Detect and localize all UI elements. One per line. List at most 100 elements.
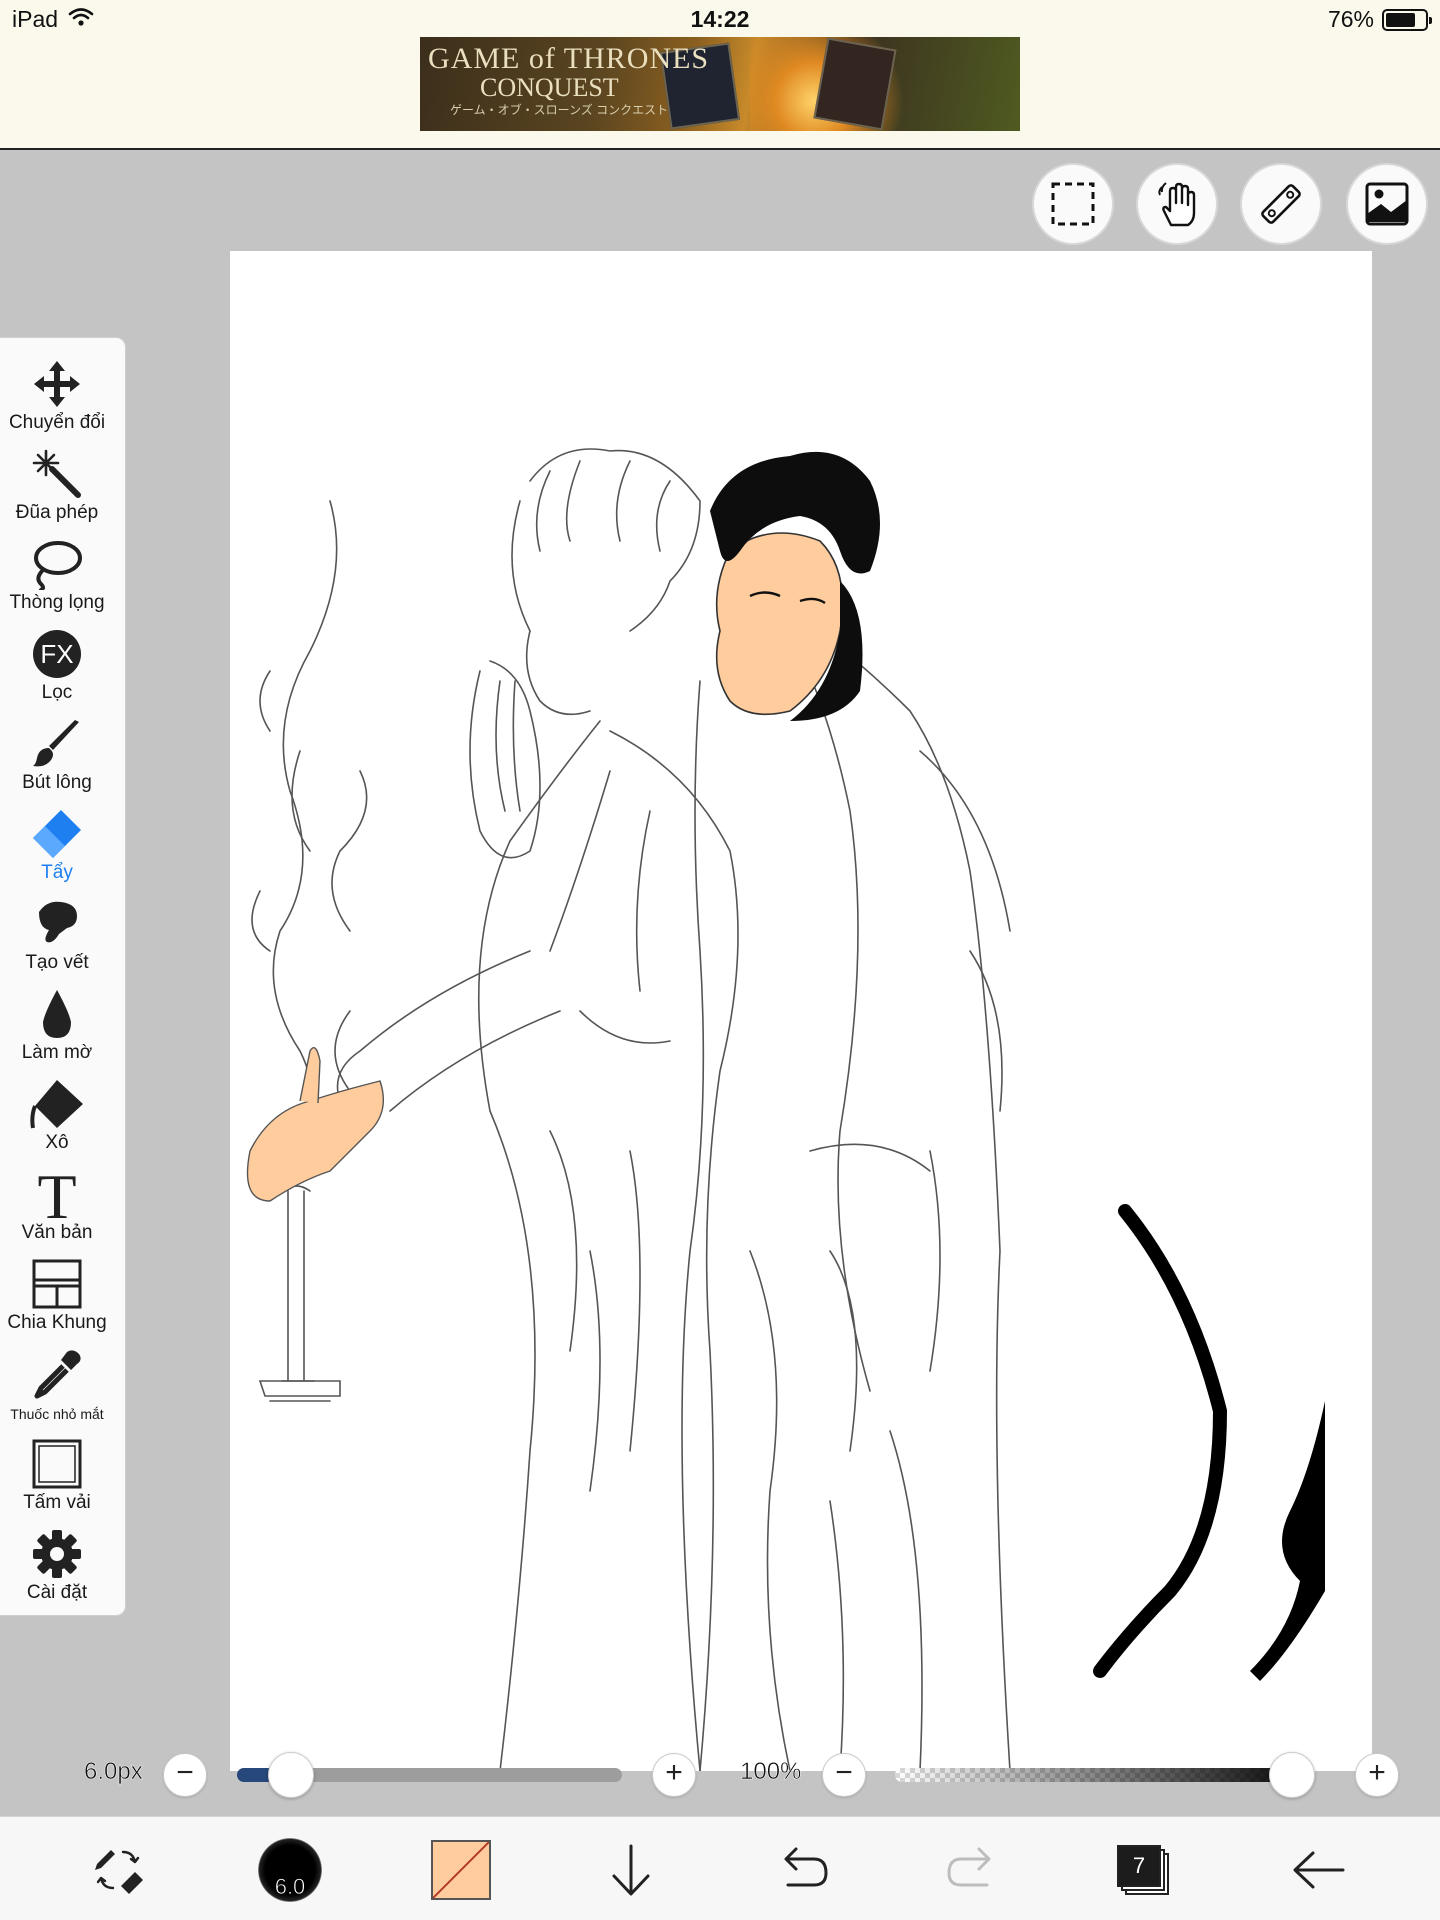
ruler-button[interactable]	[1240, 163, 1322, 245]
swatch-diagonal	[433, 1842, 489, 1898]
battery-fill	[1386, 12, 1415, 27]
download-button[interactable]	[596, 1837, 666, 1903]
tool-eyedropper[interactable]: Thuốc nhỏ mắt	[0, 1346, 114, 1430]
ruler-icon	[1261, 184, 1301, 224]
brush-settings-button[interactable]: 6.0	[255, 1837, 325, 1903]
frame-divider-icon	[29, 1258, 85, 1310]
tool-label: Văn bản	[21, 1222, 93, 1243]
status-right: 76%	[1327, 6, 1432, 33]
tool-label: Chia Khung	[7, 1312, 107, 1333]
color-picker-button[interactable]	[426, 1837, 496, 1903]
layer-count: 7	[1117, 1845, 1161, 1887]
brush-preview: 6.0	[258, 1838, 322, 1902]
opacity-increase-button[interactable]: +	[1355, 1753, 1399, 1797]
magic-wand-icon	[29, 448, 85, 500]
drawing-canvas[interactable]	[230, 251, 1372, 1771]
tool-label: Đũa phép	[15, 502, 99, 523]
tool-bucket[interactable]: Xô	[0, 1076, 114, 1160]
ad-title: GAME of THRONES	[428, 42, 710, 75]
tool-label: Cài đặt	[26, 1582, 88, 1603]
brush-size-value: 6.0	[274, 1874, 306, 1900]
tool-frame-divider[interactable]: Chia Khung	[0, 1256, 114, 1340]
layers-icon: 7	[1117, 1845, 1169, 1895]
arrow-left-icon	[1293, 1851, 1345, 1889]
svg-text:FX: FX	[40, 639, 73, 669]
tool-brush[interactable]: Bút lông	[0, 716, 114, 800]
tool-label: Làm mờ	[21, 1042, 93, 1063]
fx-filter-icon: FX	[29, 628, 85, 680]
selection-icon	[1051, 182, 1095, 226]
tool-text[interactable]: T Văn bản	[0, 1166, 114, 1250]
ad-subtitle: CONQUEST	[480, 73, 619, 102]
left-toolbar: Chuyển đổi Đũa phép Thòng lọng FX Lọc Bú…	[0, 337, 126, 1616]
bucket-icon	[29, 1078, 85, 1130]
move-icon	[29, 358, 85, 410]
status-left: iPad	[12, 6, 94, 33]
bottom-bar: 6.0 7	[0, 1816, 1440, 1920]
selection-button[interactable]	[1032, 163, 1114, 245]
layers-button[interactable]: 7	[1108, 1837, 1178, 1903]
tool-label: Bút lông	[22, 772, 92, 793]
ad-tagline: ゲーム・オブ・スローンズ コンクエスト	[450, 103, 669, 117]
tool-label: Chuyển đổi	[8, 412, 106, 433]
tool-transform[interactable]: Chuyển đổi	[0, 356, 114, 440]
tool-label: Thuốc nhỏ mắt	[10, 1406, 104, 1422]
undo-icon	[784, 1847, 828, 1887]
opacity-decrease-button[interactable]: −	[822, 1753, 866, 1797]
lasso-icon	[29, 538, 85, 590]
brush-size-knob[interactable]	[267, 1752, 314, 1798]
ad-banner[interactable]: GAME of THRONES CONQUEST ゲーム・オブ・スローンズ コン…	[420, 37, 1020, 131]
ad-card-art	[813, 37, 897, 131]
opacity-knob[interactable]	[1269, 1752, 1315, 1798]
tool-label: Tạo vết	[25, 952, 89, 973]
tool-label: Thòng lọng	[9, 592, 105, 613]
reference-image-button[interactable]	[1346, 163, 1428, 245]
brush-size-label: 6.0px	[84, 1758, 143, 1786]
tool-label: Lọc	[41, 682, 73, 703]
tool-blur[interactable]: Làm mờ	[0, 986, 114, 1070]
artwork	[246, 448, 1325, 1771]
opacity-slider[interactable]	[895, 1768, 1315, 1782]
status-bar: iPad 14:22 76%	[0, 0, 1440, 38]
tool-lasso[interactable]: Thòng lọng	[0, 536, 114, 620]
svg-text:T: T	[37, 1166, 76, 1222]
text-icon: T	[29, 1166, 85, 1222]
tool-magic-wand[interactable]: Đũa phép	[0, 446, 114, 530]
smudge-icon	[29, 898, 85, 950]
tool-label: Xô	[45, 1132, 69, 1153]
redo-button[interactable]	[938, 1837, 1008, 1903]
tool-settings[interactable]: Cài đặt	[0, 1526, 114, 1610]
status-time: 14:22	[690, 6, 750, 32]
pen-eraser-swap-icon	[95, 1850, 143, 1894]
tool-canvas[interactable]: Tấm vải	[0, 1436, 114, 1520]
size-decrease-button[interactable]: −	[163, 1753, 207, 1797]
canvas-icon	[29, 1438, 85, 1490]
wifi-icon	[68, 6, 94, 33]
tool-label: Tấm vải	[23, 1492, 91, 1513]
tail-stroke	[1093, 1204, 1228, 1678]
undo-button[interactable]	[767, 1837, 837, 1903]
tool-smudge[interactable]: Tạo vết	[0, 896, 114, 980]
tool-filter[interactable]: FX Lọc	[0, 626, 114, 710]
gear-icon	[29, 1528, 85, 1580]
hand-icon	[1158, 182, 1196, 227]
image-icon	[1365, 182, 1409, 226]
back-button[interactable]	[1284, 1837, 1354, 1903]
blur-drop-icon	[29, 988, 85, 1040]
brush-icon	[29, 718, 85, 770]
size-increase-button[interactable]: +	[652, 1753, 696, 1797]
arrow-down-icon	[612, 1844, 650, 1896]
eraser-icon	[29, 808, 85, 860]
hand-button[interactable]	[1136, 163, 1218, 245]
top-area: iPad 14:22 76% GAME of THRONES CONQUEST …	[0, 0, 1440, 150]
opacity-label: 100%	[740, 1758, 802, 1786]
tool-label: Tẩy	[41, 862, 73, 883]
color-swatch	[431, 1840, 491, 1900]
redo-icon	[947, 1847, 991, 1887]
battery-icon	[1382, 8, 1432, 31]
device-name: iPad	[12, 6, 59, 32]
eyedropper-icon	[29, 1348, 85, 1400]
pen-eraser-switch-button[interactable]	[84, 1837, 154, 1903]
battery-percent: 76%	[1327, 6, 1374, 32]
tool-eraser[interactable]: Tẩy	[0, 806, 114, 890]
